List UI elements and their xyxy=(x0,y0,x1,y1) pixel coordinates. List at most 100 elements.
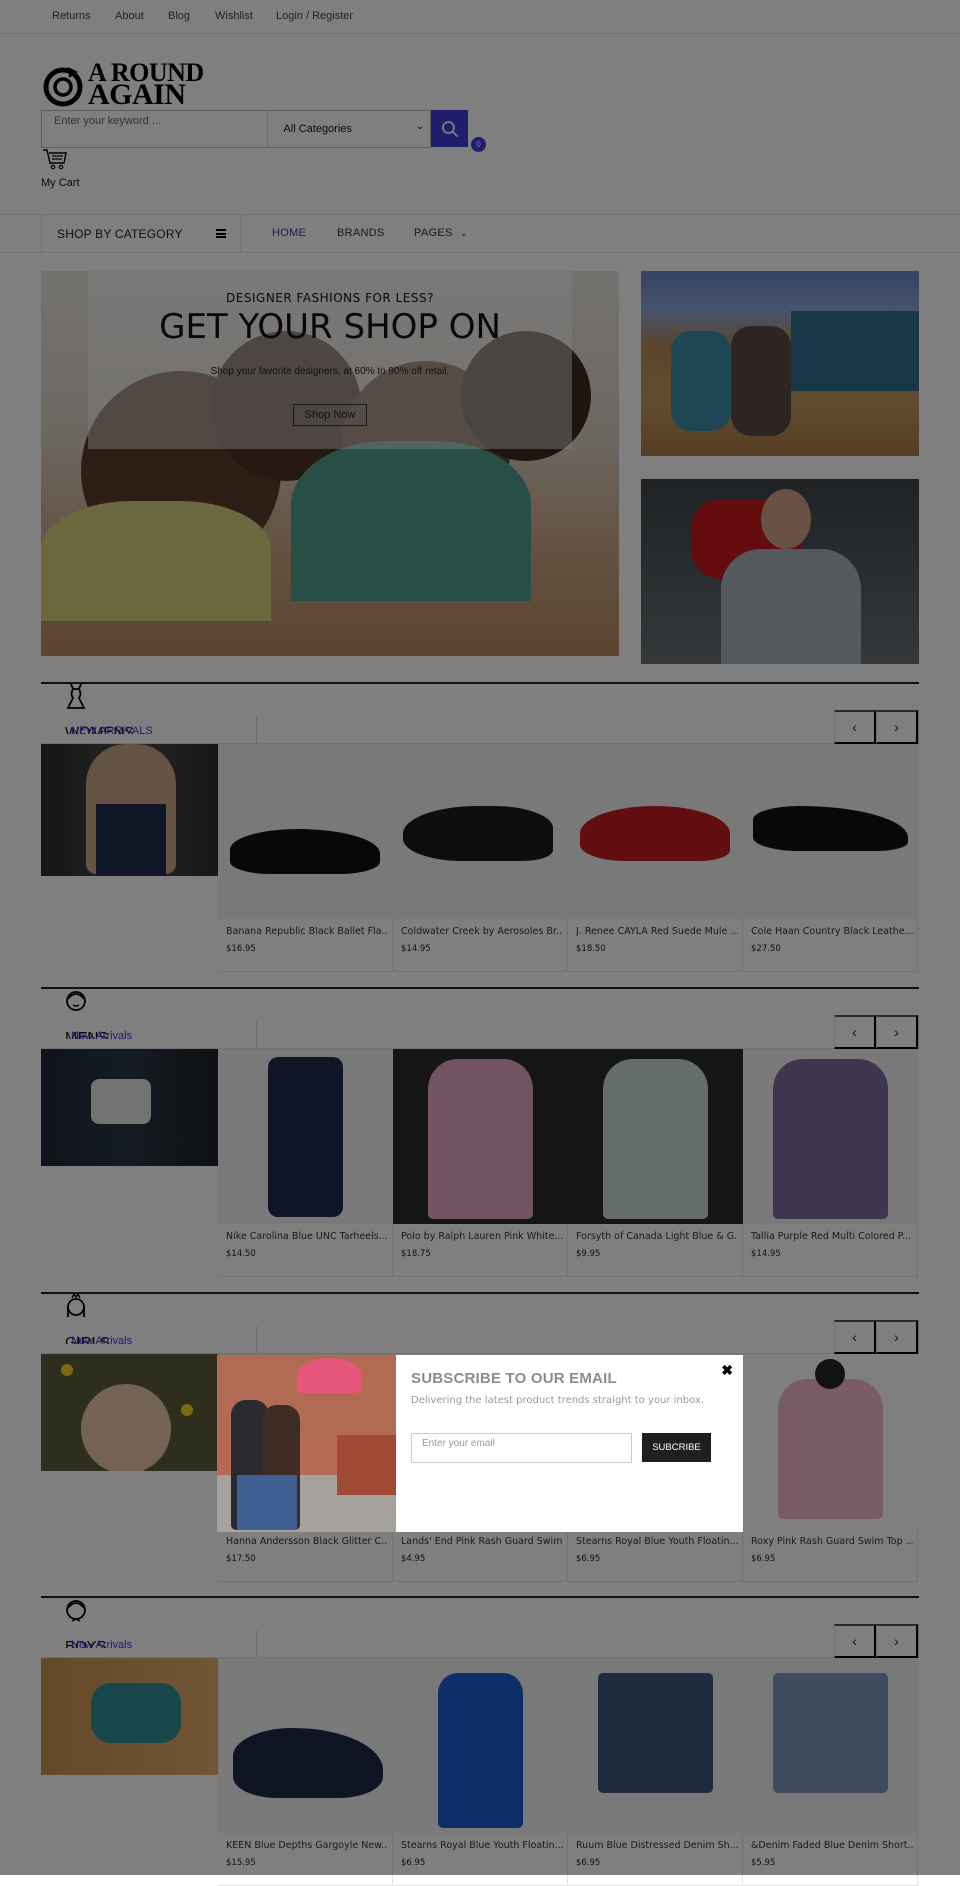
modal-title: SUBSCRIBE TO OUR EMAIL xyxy=(411,1370,617,1387)
recycle-arrows-icon xyxy=(43,67,83,107)
product-name[interactable]: KEEN Blue Depths Gargoyle New... xyxy=(226,1840,388,1851)
product-card[interactable]: Roxy Pink Rash Guard Swim Top ... $6.95 xyxy=(743,1354,918,1582)
product-card[interactable]: Forsyth of Canada Light Blue & G... $9.9… xyxy=(568,1049,743,1277)
divider xyxy=(918,1015,919,1049)
product-name[interactable]: Hanna Andersson Black Glitter C... xyxy=(226,1536,388,1547)
subscribe-button[interactable]: SUBCRIBE xyxy=(642,1433,711,1462)
login-register-link[interactable]: Login / Register xyxy=(276,10,353,22)
product-image[interactable] xyxy=(743,744,918,919)
product-card[interactable]: Tallia Purple Red Multi Colored P... $14… xyxy=(743,1049,918,1277)
hero-banner: DESIGNER FASHIONS FOR LESS? GET YOUR SHO… xyxy=(41,271,619,656)
about-link[interactable]: About xyxy=(115,10,144,22)
divider xyxy=(256,716,257,744)
product-card[interactable]: Banana Republic Black Ballet Fla... $16.… xyxy=(218,744,393,972)
chevron-down-icon: ⌄ xyxy=(459,228,468,238)
product-name[interactable]: J. Renee CAYLA Red Suede Mule ... xyxy=(576,926,738,937)
nav-pages[interactable]: PAGES ⌄ xyxy=(414,227,468,239)
product-image[interactable] xyxy=(568,1049,743,1224)
section-rule xyxy=(41,987,919,989)
product-name[interactable]: Cole Haan Country Black Leathe... xyxy=(751,926,913,937)
product-name[interactable]: Roxy Pink Rash Guard Swim Top ... xyxy=(751,1536,913,1547)
product-card[interactable]: Ruum Blue Distressed Denim Sh... $6.95 xyxy=(568,1658,743,1886)
product-name[interactable]: Tallia Purple Red Multi Colored P... xyxy=(751,1231,913,1242)
section-banner-image[interactable] xyxy=(41,1049,218,1166)
next-arrow-button[interactable]: › xyxy=(876,1015,918,1049)
product-name[interactable]: Stearns Royal Blue Youth Floatin... xyxy=(576,1536,738,1547)
modal-description: Delivering the latest product trends str… xyxy=(411,1395,704,1406)
cart-label: My Cart xyxy=(41,177,80,189)
product-image[interactable] xyxy=(568,1658,743,1833)
divider xyxy=(918,710,919,744)
product-image[interactable] xyxy=(393,1658,568,1833)
product-name[interactable]: Stearns Royal Blue Youth Floatin... xyxy=(401,1840,563,1851)
product-name[interactable]: &Denim Faded Blue Denim Short... xyxy=(751,1840,913,1851)
blog-link[interactable]: Blog xyxy=(168,10,190,22)
prev-arrow-button[interactable]: ‹ xyxy=(834,710,876,744)
product-card[interactable]: Coldwater Creek by Aerosoles Br... $14.9… xyxy=(393,744,568,972)
nav-brands[interactable]: BRANDS xyxy=(337,227,385,239)
new-arrivals-link[interactable]: NEW ARRIVALS xyxy=(71,725,153,737)
product-image[interactable] xyxy=(218,1658,393,1833)
new-arrivals-link[interactable]: New Arrivals xyxy=(71,1335,132,1347)
cart-button[interactable]: My Cart xyxy=(41,148,80,189)
nav-home[interactable]: HOME xyxy=(272,227,306,239)
product-price: $14.50 xyxy=(226,1249,256,1259)
section-rule xyxy=(41,1596,919,1598)
logo[interactable]: A ROUND AGAIN xyxy=(42,60,214,110)
hero-subtitle: Shop your favorite designers, at 60% to … xyxy=(210,366,450,377)
prev-arrow-button[interactable]: ‹ xyxy=(834,1015,876,1049)
product-price: $27.50 xyxy=(751,944,781,954)
prev-arrow-button[interactable]: ‹ xyxy=(834,1320,876,1354)
subscribe-modal: SUBSCRIBE TO OUR EMAIL Delivering the la… xyxy=(217,1355,743,1532)
product-image[interactable] xyxy=(743,1658,918,1833)
product-image[interactable] xyxy=(218,744,393,919)
close-icon[interactable]: ✖ xyxy=(721,1362,733,1379)
next-arrow-button[interactable]: › xyxy=(876,1320,918,1354)
section-header: BOYS New Arrivals ‹ › xyxy=(41,1622,919,1658)
product-card[interactable]: &Denim Faded Blue Denim Short... $5.95 xyxy=(743,1658,918,1886)
search-input[interactable] xyxy=(42,111,269,147)
product-image[interactable] xyxy=(743,1354,918,1529)
product-name[interactable]: Lands' End Pink Rash Guard Swim... xyxy=(401,1536,563,1547)
hero-title: GET YOUR SHOP ON xyxy=(159,307,501,347)
product-card[interactable]: J. Renee CAYLA Red Suede Mule ... $18.50 xyxy=(568,744,743,972)
next-arrow-button[interactable]: › xyxy=(876,710,918,744)
promo-image-travel[interactable] xyxy=(641,271,919,456)
product-price: $18.75 xyxy=(401,1249,431,1259)
new-arrivals-link[interactable]: New Arrivals xyxy=(71,1030,132,1042)
product-name[interactable]: Banana Republic Black Ballet Fla... xyxy=(226,926,388,937)
product-image[interactable] xyxy=(568,744,743,919)
product-card[interactable]: Cole Haan Country Black Leathe... $27.50 xyxy=(743,744,918,972)
product-name[interactable]: Nike Carolina Blue UNC Tarheels... xyxy=(226,1231,388,1242)
product-image[interactable] xyxy=(393,744,568,919)
chevron-right-icon: › xyxy=(894,719,899,735)
product-name[interactable]: Ruum Blue Distressed Denim Sh... xyxy=(576,1840,738,1851)
product-card[interactable]: Stearns Royal Blue Youth Floatin... $6.9… xyxy=(393,1658,568,1886)
divider xyxy=(256,1630,257,1658)
product-name[interactable]: Coldwater Creek by Aerosoles Br... xyxy=(401,926,563,937)
next-arrow-button[interactable]: › xyxy=(876,1624,918,1658)
product-image[interactable] xyxy=(218,1049,393,1224)
chevron-left-icon: ‹ xyxy=(852,1633,857,1649)
product-card[interactable]: Polo by Ralph Lauren Pink White... $18.7… xyxy=(393,1049,568,1277)
new-arrivals-link[interactable]: New Arrivals xyxy=(71,1639,132,1651)
returns-link[interactable]: Returns xyxy=(52,10,91,22)
section-banner-image[interactable] xyxy=(41,744,218,876)
product-price: $6.95 xyxy=(576,1858,601,1868)
product-name[interactable]: Polo by Ralph Lauren Pink White... xyxy=(401,1231,563,1242)
promo-image-couple[interactable] xyxy=(641,479,919,664)
product-card[interactable]: KEEN Blue Depths Gargoyle New... $15.95 xyxy=(218,1658,393,1886)
product-name[interactable]: Forsyth of Canada Light Blue & G... xyxy=(576,1231,738,1242)
shop-by-category-toggle[interactable]: SHOP BY CATEGORY xyxy=(41,215,241,253)
shop-now-button[interactable]: Shop Now xyxy=(293,404,367,426)
wishlist-link[interactable]: Wishlist xyxy=(215,10,253,22)
prev-arrow-button[interactable]: ‹ xyxy=(834,1624,876,1658)
product-card[interactable]: Nike Carolina Blue UNC Tarheels... $14.5… xyxy=(218,1049,393,1277)
category-select[interactable]: All Categories ⌄ xyxy=(268,111,430,147)
section-banner-image[interactable] xyxy=(41,1354,218,1471)
section-banner-image[interactable] xyxy=(41,1658,218,1775)
email-input[interactable] xyxy=(411,1433,632,1463)
search-button[interactable] xyxy=(431,110,468,147)
product-image[interactable] xyxy=(393,1049,568,1224)
product-image[interactable] xyxy=(743,1049,918,1224)
